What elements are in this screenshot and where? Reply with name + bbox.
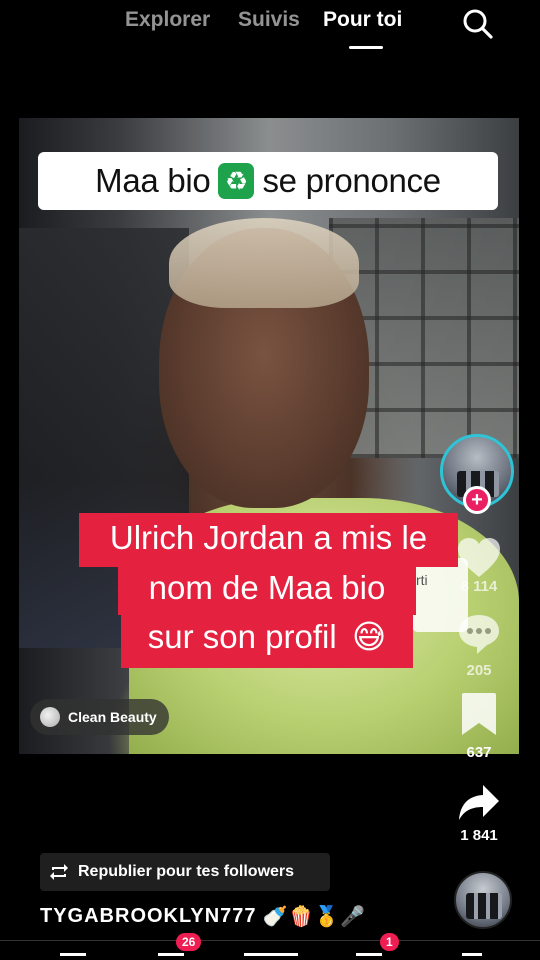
like-count: 8 114 [460,578,498,595]
profile-icon[interactable] [462,953,482,960]
friends-badge: 26 [176,933,202,951]
effect-tag-icon [40,707,60,727]
share-button[interactable] [452,777,506,829]
friends-icon[interactable] [158,953,184,960]
search-button[interactable] [460,6,496,42]
create-icon[interactable] [244,953,298,960]
username-emojis: 🍼🍿🥇🎤 [262,906,367,928]
search-icon [463,9,493,39]
partial-overlay-text: rti [416,572,428,588]
comment-icon [459,615,499,654]
video-top-caption: Maa bio ♻ se prononce [38,152,498,210]
music-disc-avatar[interactable] [454,871,512,929]
repost-button[interactable]: Republier pour tes followers [40,853,330,891]
follow-button[interactable]: + [463,486,491,514]
tab-suivis[interactable]: Suivis [238,8,300,32]
bookmark-icon [462,693,496,735]
top-navigation: Explorer Suivis Pour toi [0,0,540,60]
music-disc-image [466,893,502,919]
share-count: 1 841 [460,827,498,844]
red-caption-line-3-text: sur son profil [147,618,337,655]
plus-icon: + [471,489,483,511]
red-caption-line-1: Ulrich Jordan a mis le [79,513,458,567]
heart-icon [458,538,500,577]
red-caption-line-3: sur son profil 😅 [121,612,413,668]
like-button[interactable] [452,532,506,584]
caption-text-after: se prononce [262,162,441,199]
comment-button[interactable] [452,608,506,660]
tab-pour-toi[interactable]: Pour toi [323,8,402,32]
share-arrow-icon [459,785,499,820]
effect-tag-label: Clean Beauty [68,709,157,725]
inbox-badge: 1 [380,933,399,951]
caption-text-before: Maa bio [95,162,211,199]
bottom-navigation: 26 1 [0,933,540,960]
author-username: TYGABROOKLYN777 [40,905,257,927]
repost-icon [50,864,68,880]
tab-explorer[interactable]: Explorer [125,8,210,32]
red-caption-line-2: nom de Maa bio [118,563,416,615]
author-username-row[interactable]: TYGABROOKLYN777 🍼🍿🥇🎤 [40,904,366,929]
save-count: 637 [466,744,492,761]
active-tab-indicator [349,46,383,49]
home-icon[interactable] [60,953,86,960]
save-button[interactable] [452,688,506,740]
repost-label: Republier pour tes followers [78,863,295,880]
sweat-smile-emoji: 😅 [351,618,387,655]
effect-tag[interactable]: Clean Beauty [30,699,169,735]
recycle-icon: ♻ [218,163,255,199]
inbox-icon[interactable] [356,953,382,960]
comment-count: 205 [466,662,492,679]
video-person-hair [169,218,359,308]
